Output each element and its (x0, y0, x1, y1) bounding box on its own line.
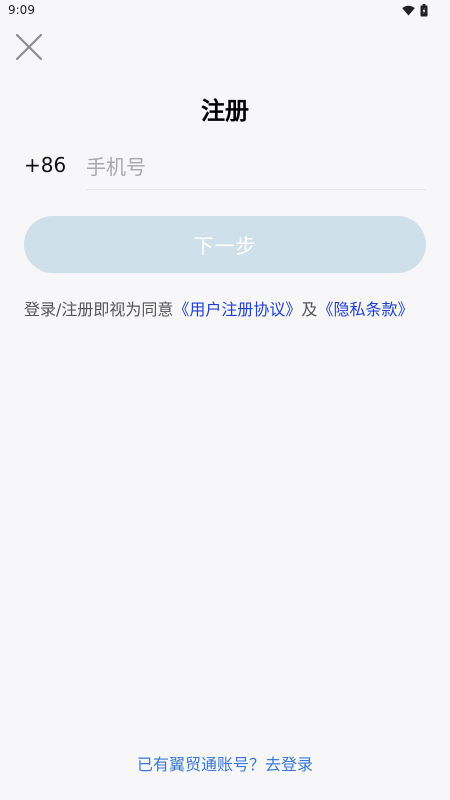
phone-input[interactable] (86, 145, 426, 190)
close-icon (15, 33, 43, 61)
wifi-icon (402, 5, 415, 16)
agreement-prefix: 登录/注册即视为同意 (24, 300, 174, 319)
battery-icon (420, 4, 428, 17)
close-button[interactable] (14, 32, 44, 62)
status-time: 9:09 (8, 3, 35, 17)
next-button[interactable]: 下一步 (24, 216, 426, 273)
user-agreement-link[interactable]: 《用户注册协议》 (173, 300, 301, 319)
country-code[interactable]: +86 (24, 153, 66, 177)
page-title: 注册 (201, 97, 249, 125)
privacy-policy-link[interactable]: 《隐私条款》 (317, 300, 413, 319)
status-bar: 9:09 (0, 0, 450, 22)
agreement-text: 登录/注册即视为同意《用户注册协议》及《隐私条款》 (24, 297, 426, 322)
agreement-conjunction: 及 (301, 300, 318, 319)
phone-row: +86 (24, 145, 426, 191)
go-login-link[interactable]: 已有翼贸通账号？去登录 (0, 751, 450, 775)
status-icons (402, 4, 428, 17)
